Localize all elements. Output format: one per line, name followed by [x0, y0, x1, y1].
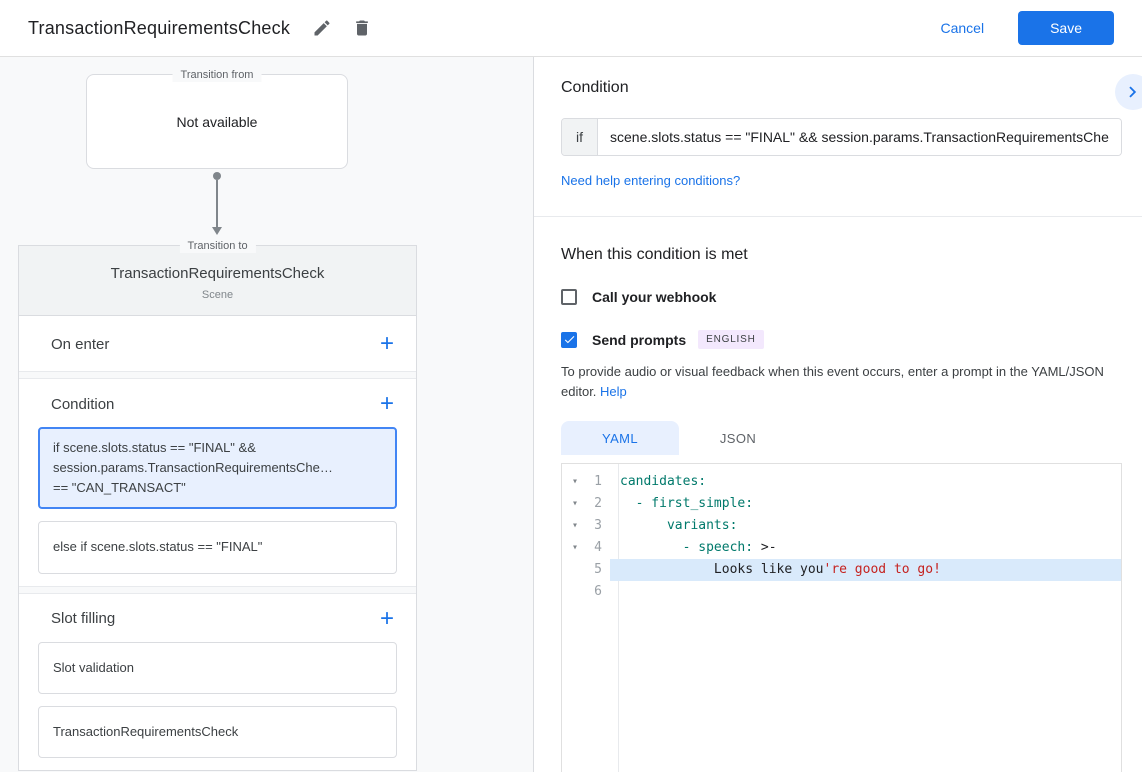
fold-arrow-icon[interactable]: ▾	[562, 515, 588, 537]
transition-from-value: Not available	[177, 114, 258, 130]
arrow-head-icon	[212, 227, 222, 235]
pencil-icon	[312, 18, 332, 38]
editor-line[interactable]: ▾ 3 variants:	[562, 515, 1121, 537]
on-enter-title: On enter	[51, 336, 109, 353]
editor-line[interactable]: ▾ 2 - first_simple:	[562, 493, 1121, 515]
content-split: Transition from Not available Transition…	[0, 57, 1142, 772]
condition-heading: Condition	[561, 79, 1122, 97]
code-token: - first_simple:	[620, 496, 753, 511]
condition-input[interactable]	[598, 119, 1121, 155]
save-button[interactable]: Save	[1018, 11, 1114, 45]
transition-to-label: Transition to	[179, 239, 255, 253]
fold-spacer	[562, 559, 588, 581]
condition-item-selected[interactable]: if scene.slots.status == "FINAL" && sess…	[38, 427, 397, 509]
condition-expression-row: if	[561, 118, 1122, 156]
webhook-checkbox[interactable]	[561, 289, 577, 305]
editor-line[interactable]: 6	[562, 581, 1121, 603]
transition-to-card: Transition to TransactionRequirementsChe…	[18, 245, 417, 771]
transition-from-label: Transition from	[173, 68, 262, 82]
page-title: TransactionRequirementsCheck	[28, 18, 290, 39]
send-prompts-row[interactable]: Send prompts ENGLISH	[561, 330, 1122, 349]
scene-graph-panel: Transition from Not available Transition…	[0, 57, 534, 772]
code-token: variants:	[620, 518, 737, 533]
arrow-line	[216, 180, 218, 227]
prompt-description: To provide audio or visual feedback when…	[561, 362, 1122, 402]
send-prompts-checkbox[interactable]	[561, 332, 577, 348]
line-number: 6	[588, 581, 610, 603]
conditions-help-link[interactable]: Need help entering conditions?	[561, 173, 740, 188]
add-on-enter-button[interactable]: +	[374, 334, 400, 354]
webhook-label: Call your webhook	[592, 289, 716, 305]
section-divider	[19, 586, 416, 594]
line-number: 5	[588, 559, 610, 581]
code-token: Looks like you	[620, 562, 824, 577]
slot-item[interactable]: TransactionRequirementsCheck	[38, 706, 397, 758]
scene-card-title: TransactionRequirementsCheck	[29, 265, 406, 282]
plus-icon: +	[380, 605, 394, 632]
line-number: 2	[588, 493, 610, 515]
condition-item[interactable]: else if scene.slots.status == "FINAL"	[38, 521, 397, 573]
help-link[interactable]: Help	[600, 384, 627, 399]
editor-line-active[interactable]: 5 Looks like you're good to go!	[562, 559, 1121, 581]
trash-icon	[352, 18, 372, 38]
scene-editor-app: TransactionRequirementsCheck Cancel Save…	[0, 0, 1142, 772]
yaml-editor[interactable]: ▾ 1 candidates: ▾ 2 - first_simple: ▾ 3 …	[561, 463, 1122, 772]
slot-filling-section: Slot filling + Slot validation Transacti…	[19, 594, 416, 758]
panel-divider	[534, 216, 1142, 217]
fold-arrow-icon[interactable]: ▾	[562, 493, 588, 515]
line-number: 1	[588, 471, 610, 493]
editor-line[interactable]: ▾ 1 candidates:	[562, 471, 1121, 493]
add-slot-button[interactable]: +	[374, 609, 400, 629]
arrow-dot-icon	[213, 172, 221, 180]
on-enter-section: On enter +	[19, 316, 416, 371]
fold-arrow-icon[interactable]: ▾	[562, 537, 588, 559]
code-token: candidates:	[620, 474, 706, 489]
slot-filling-title: Slot filling	[51, 610, 115, 627]
collapse-panel-button[interactable]	[1115, 74, 1142, 110]
chevron-right-icon	[1122, 81, 1142, 103]
line-number: 4	[588, 537, 610, 559]
prompt-description-text: To provide audio or visual feedback when…	[561, 364, 1104, 399]
condition-section: Condition + if scene.slots.status == "FI…	[19, 379, 416, 574]
section-divider	[19, 371, 416, 379]
editor-tabs: YAML JSON	[561, 421, 1122, 455]
fold-spacer	[562, 581, 588, 603]
code-token: >-	[753, 540, 776, 555]
slot-item[interactable]: Slot validation	[38, 642, 397, 694]
scene-card-header[interactable]: TransactionRequirementsCheck Scene	[19, 246, 416, 316]
send-prompts-label: Send prompts	[592, 332, 686, 348]
webhook-row[interactable]: Call your webhook	[561, 289, 1122, 305]
tab-json[interactable]: JSON	[679, 421, 797, 455]
scene-card-subtitle: Scene	[29, 289, 406, 301]
tab-yaml[interactable]: YAML	[561, 421, 679, 455]
top-bar: TransactionRequirementsCheck Cancel Save	[0, 0, 1142, 57]
code-token: - speech:	[620, 540, 753, 555]
code-token: 're good to go!	[824, 562, 941, 577]
line-number: 3	[588, 515, 610, 537]
if-prefix-label: if	[562, 119, 598, 155]
editor-line[interactable]: ▾ 4 - speech: >-	[562, 537, 1121, 559]
when-condition-met-heading: When this condition is met	[561, 246, 1122, 264]
plus-icon: +	[380, 390, 394, 417]
cancel-button[interactable]: Cancel	[934, 19, 990, 37]
condition-section-title: Condition	[51, 396, 114, 413]
plus-icon: +	[380, 330, 394, 357]
add-condition-button[interactable]: +	[374, 394, 400, 414]
transition-from-box: Transition from Not available	[86, 74, 348, 169]
condition-editor-panel: Condition if Need help entering conditio…	[534, 57, 1142, 772]
language-badge: ENGLISH	[698, 330, 764, 349]
edit-title-button[interactable]	[306, 12, 338, 44]
delete-scene-button[interactable]	[346, 12, 378, 44]
fold-arrow-icon[interactable]: ▾	[562, 471, 588, 493]
checkmark-icon	[563, 333, 576, 346]
transition-arrow	[211, 172, 223, 235]
